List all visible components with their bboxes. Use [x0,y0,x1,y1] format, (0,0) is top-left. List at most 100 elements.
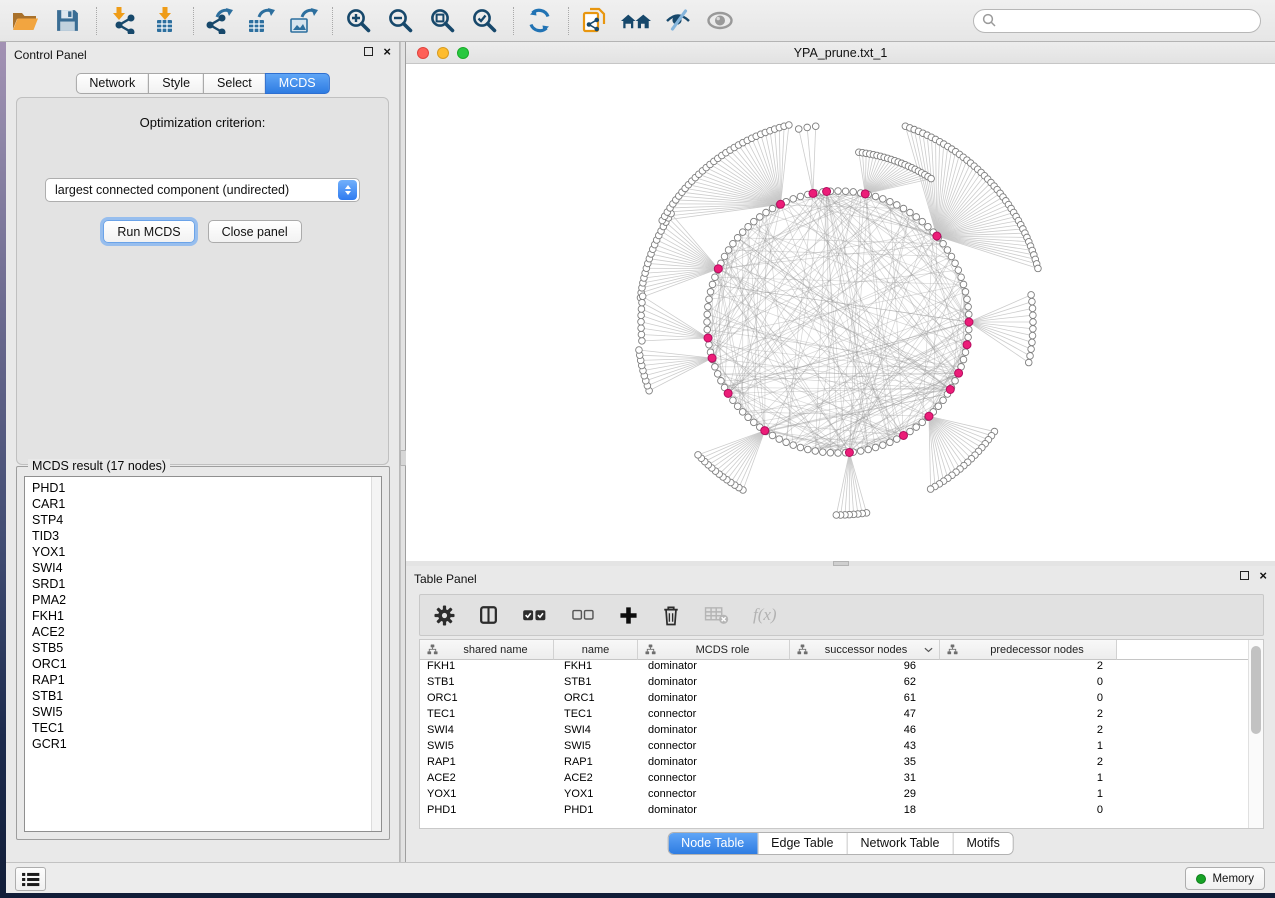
close-table-panel-icon[interactable]: × [1259,571,1267,580]
optimization-criterion-dropdown[interactable]: largest connected component (undirected) [45,178,360,202]
list-item[interactable]: YOX1 [32,544,381,560]
close-panel-button[interactable]: Close panel [208,220,302,243]
tab-network-table[interactable]: Network Table [847,833,953,854]
network-node [1025,359,1032,366]
network-node [709,281,716,288]
zoom-out-icon[interactable] [385,6,415,36]
create-column-icon[interactable] [619,606,638,625]
mcds-hub-node [900,431,908,439]
table-scrollbar[interactable] [1248,640,1263,828]
mcds-hub-node [823,187,831,195]
tab-style[interactable]: Style [148,73,204,94]
table-row[interactable]: PHD1PHD1dominator180 [420,804,1263,820]
export-network-icon[interactable] [204,6,234,36]
table-row[interactable]: FKH1FKH1dominator962 [420,660,1263,676]
mcds-hub-node [963,341,971,349]
list-item[interactable]: STB5 [32,640,381,656]
select-all-icon[interactable] [522,607,547,624]
destroy-table-icon [704,605,729,625]
delete-icon[interactable] [662,605,680,626]
network-node [639,293,646,300]
tab-select[interactable]: Select [203,73,266,94]
table-scrollbar-thumb[interactable] [1251,646,1261,734]
list-item[interactable]: ORC1 [32,656,381,672]
show-columns-icon[interactable] [479,605,498,625]
list-item[interactable]: GCR1 [32,736,381,752]
list-item[interactable]: ACE2 [32,624,381,640]
memory-button[interactable]: Memory [1185,867,1265,890]
refresh-layout-icon[interactable] [524,6,554,36]
run-mcds-button[interactable]: Run MCDS [103,220,194,243]
zoom-fit-icon[interactable] [427,6,457,36]
list-item[interactable]: SWI4 [32,560,381,576]
table-row[interactable]: SWI4SWI4dominator462 [420,724,1263,740]
network-window-titlebar[interactable]: YPA_prune.txt_1 [406,42,1275,64]
list-item[interactable]: CAR1 [32,496,381,512]
table-cell: connector [638,788,790,804]
network-node [865,446,872,453]
table-row[interactable]: ACE2ACE2connector311 [420,772,1263,788]
import-table-icon[interactable] [149,6,179,36]
tab-mcds[interactable]: MCDS [265,73,330,94]
network-node [812,123,819,130]
list-item[interactable]: TEC1 [32,720,381,736]
column-header-successor-nodes[interactable]: successor nodes [790,640,940,660]
deselect-all-icon[interactable] [571,607,595,623]
list-item[interactable]: STP4 [32,512,381,528]
network-node [925,223,932,230]
table-row[interactable]: SWI5SWI5connector431 [420,740,1263,756]
zoom-selected-icon[interactable] [469,6,499,36]
table-cell: 29 [790,788,940,804]
first-neighbors-icon[interactable] [621,6,651,36]
list-item[interactable]: SRD1 [32,576,381,592]
duplicate-network-icon[interactable] [579,6,609,36]
column-header-predecessor-nodes[interactable]: predecessor nodes [940,640,1117,660]
result-list-scrollbar[interactable] [371,477,381,831]
table-cell: dominator [638,804,790,820]
list-item[interactable]: TID3 [32,528,381,544]
tab-motifs[interactable]: Motifs [952,833,1012,854]
column-header-shared-name[interactable]: shared name [420,640,554,660]
network-node [769,205,776,212]
table-row[interactable]: RAP1RAP1dominator352 [420,756,1263,772]
tab-edge-table[interactable]: Edge Table [757,833,846,854]
table-row[interactable]: ORC1ORC1dominator610 [420,692,1263,708]
list-item[interactable]: RAP1 [32,672,381,688]
mcds-hub-node [955,369,963,377]
save-icon[interactable] [52,6,82,36]
network-node [952,377,959,384]
table-row[interactable]: TEC1TEC1connector472 [420,708,1263,724]
tab-node-table[interactable]: Node Table [668,833,757,854]
table-cell: dominator [638,676,790,692]
network-node [965,334,972,341]
network-node [636,347,643,354]
tab-network[interactable]: Network [75,73,149,94]
search-input[interactable] [1002,14,1252,28]
import-network-icon[interactable] [107,6,137,36]
mcds-hub-node [933,232,941,240]
table-row[interactable]: STB1STB1dominator620 [420,676,1263,692]
list-item[interactable]: PHD1 [32,480,381,496]
search-box[interactable] [973,9,1261,33]
task-history-button[interactable] [15,867,46,891]
list-item[interactable]: PMA2 [32,592,381,608]
zoom-in-icon[interactable] [343,6,373,36]
float-table-panel-icon[interactable] [1240,571,1249,580]
close-panel-icon[interactable]: × [383,47,391,56]
table-row[interactable]: YOX1YOX1connector291 [420,788,1263,804]
column-header-name[interactable]: name [554,640,638,660]
column-header-MCDS-role[interactable]: MCDS role [638,640,790,660]
hide-details-icon[interactable] [663,6,693,36]
export-table-icon[interactable] [246,6,276,36]
network-canvas[interactable] [406,64,1275,560]
gear-icon[interactable] [434,605,455,626]
mcds-result-list[interactable]: PHD1CAR1STP4TID3YOX1SWI4SRD1PMA2FKH1ACE2… [24,476,382,832]
network-node [835,188,842,195]
open-folder-icon[interactable] [10,6,40,36]
list-item[interactable]: FKH1 [32,608,381,624]
network-node [893,202,900,209]
list-item[interactable]: SWI5 [32,704,381,720]
float-panel-icon[interactable] [364,47,373,56]
export-image-icon[interactable] [288,6,318,36]
list-item[interactable]: STB1 [32,688,381,704]
